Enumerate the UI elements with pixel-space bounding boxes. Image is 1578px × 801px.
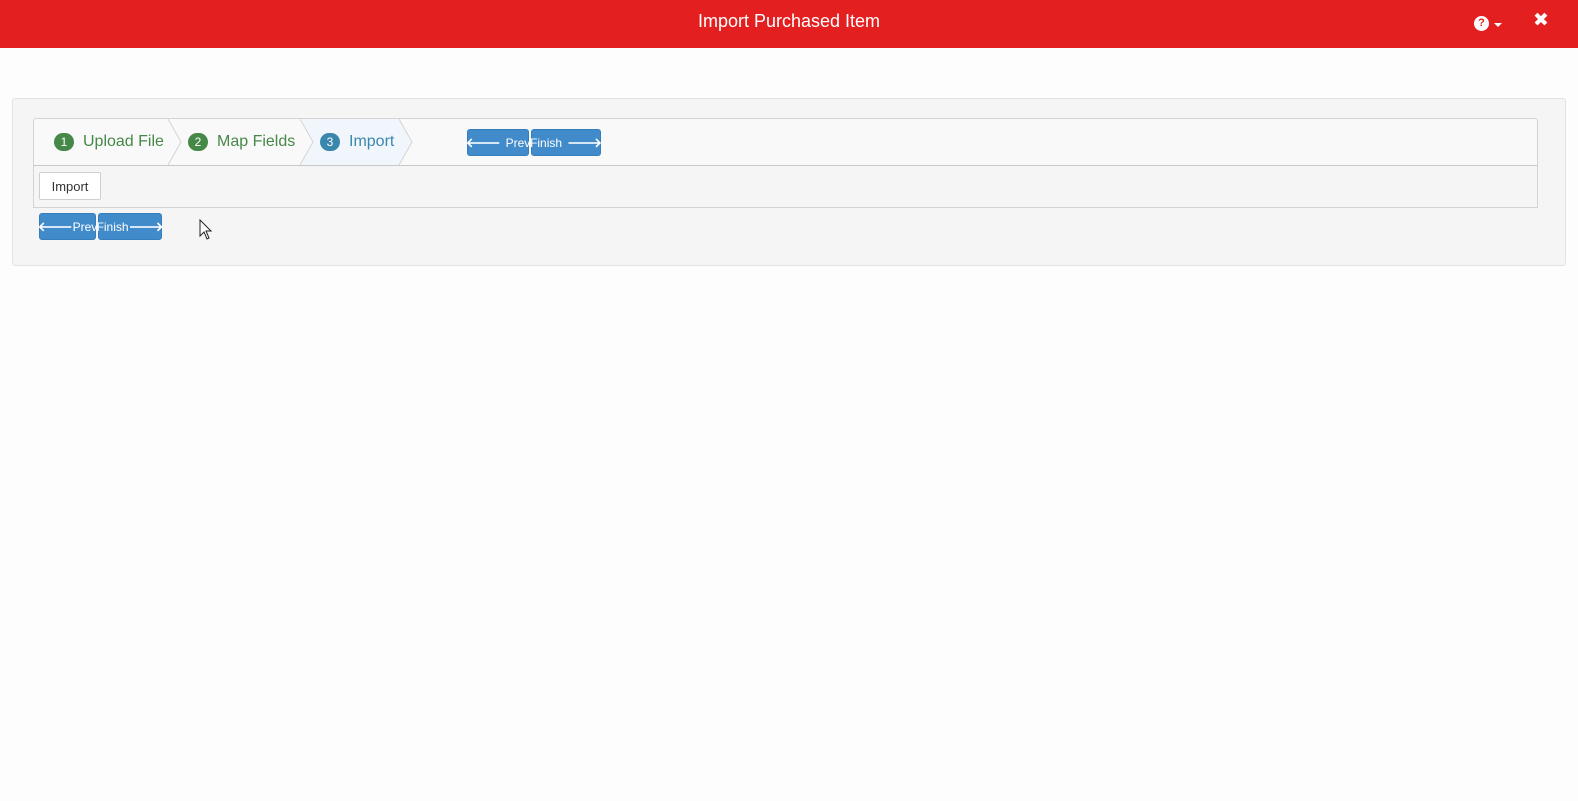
step-number-badge: 3 (320, 133, 340, 151)
arrow-left-icon: 🡐 (465, 134, 501, 150)
finish-label: Finish (96, 219, 129, 234)
title-bar: Import Purchased Item ? ✖ (0, 0, 1578, 48)
prev-button-top[interactable]: 🡐 Prev (465, 129, 531, 156)
import-label: Import (39, 172, 101, 200)
finish-button-top[interactable]: Finish 🡒 (530, 129, 602, 156)
step-number-badge: 1 (54, 133, 74, 151)
help-icon: ? (1474, 15, 1489, 31)
finish-label: Finish (530, 135, 563, 150)
step-number-badge: 2 (188, 133, 208, 151)
arrow-right-icon: 🡒 (567, 134, 602, 150)
step-map-fields[interactable]: 2 Map Fields (182, 119, 300, 165)
arrow-right-icon: 🡒 (128, 218, 164, 234)
caret-down-icon (1494, 23, 1502, 27)
mouse-pointer-icon (199, 219, 213, 240)
step-separator-icon (399, 119, 413, 165)
arrow-left-icon: 🡐 (37, 218, 73, 234)
step-import[interactable]: 3 Import (314, 119, 399, 165)
step-separator-icon (168, 119, 182, 165)
help-dropdown-button[interactable]: ? (1474, 12, 1510, 34)
wizard-step-content: Import (33, 165, 1538, 208)
step-upload-file[interactable]: 1 Upload File (34, 119, 168, 165)
import-wizard-panel: 1 Upload File 2 Map Fields 3 Import 🡐 Pr… (12, 98, 1566, 266)
prev-label: Prev (505, 135, 531, 150)
prev-label: Prev (72, 219, 98, 234)
step-label: Import (349, 133, 395, 150)
window-title: Import Purchased Item (697, 11, 881, 31)
step-label: Upload File (83, 133, 164, 150)
finish-button-bottom[interactable]: Finish 🡒 (96, 213, 164, 240)
step-label: Map Fields (217, 133, 296, 150)
wizard-steps-bar: 1 Upload File 2 Map Fields 3 Import 🡐 Pr… (33, 118, 1538, 166)
prev-button-bottom[interactable]: 🡐 Prev (37, 213, 98, 240)
close-icon[interactable]: ✖ (1533, 10, 1553, 32)
step-separator-icon (300, 119, 314, 165)
